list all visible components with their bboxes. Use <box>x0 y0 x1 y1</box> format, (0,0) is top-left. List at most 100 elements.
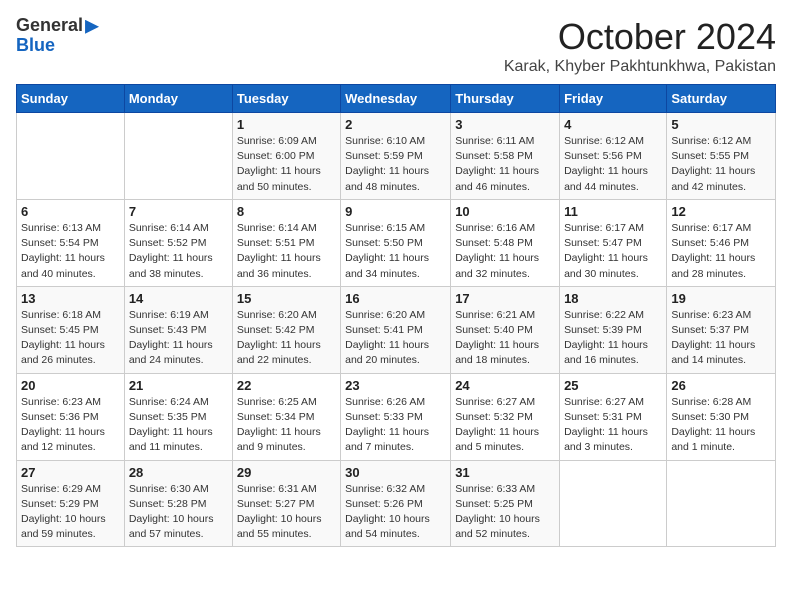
day-info: Sunrise: 6:19 AMSunset: 5:43 PMDaylight:… <box>129 308 228 369</box>
day-info: Sunrise: 6:27 AMSunset: 5:31 PMDaylight:… <box>564 395 662 456</box>
day-info: Sunrise: 6:23 AMSunset: 5:37 PMDaylight:… <box>671 308 771 369</box>
calendar-cell: 1 Sunrise: 6:09 AMSunset: 6:00 PMDaylight… <box>232 113 340 200</box>
weekday-header-wednesday: Wednesday <box>341 85 451 113</box>
calendar-cell: 22 Sunrise: 6:25 AMSunset: 5:34 PMDayligh… <box>232 373 340 460</box>
day-info: Sunrise: 6:28 AMSunset: 5:30 PMDaylight:… <box>671 395 771 456</box>
day-number: 21 <box>129 378 228 393</box>
day-info: Sunrise: 6:14 AMSunset: 5:51 PMDaylight:… <box>237 221 336 282</box>
day-info: Sunrise: 6:20 AMSunset: 5:41 PMDaylight:… <box>345 308 446 369</box>
day-info: Sunrise: 6:32 AMSunset: 5:26 PMDaylight:… <box>345 482 446 543</box>
calendar-cell: 23 Sunrise: 6:26 AMSunset: 5:33 PMDayligh… <box>341 373 451 460</box>
calendar-cell: 15Sunrise: 6:20 AMSunset: 5:42 PMDayligh… <box>232 286 340 373</box>
day-info: Sunrise: 6:12 AMSunset: 5:56 PMDaylight:… <box>564 134 662 195</box>
calendar-cell: 19 Sunrise: 6:23 AMSunset: 5:37 PMDayligh… <box>667 286 776 373</box>
day-number: 5 <box>671 117 771 132</box>
logo: General Blue <box>16 16 99 56</box>
day-info: Sunrise: 6:25 AMSunset: 5:34 PMDaylight:… <box>237 395 336 456</box>
day-number: 11 <box>564 204 662 219</box>
calendar-cell: 31 Sunrise: 6:33 AMSunset: 5:25 PMDayligh… <box>451 460 560 547</box>
day-info: Sunrise: 6:13 AMSunset: 5:54 PMDaylight:… <box>21 221 120 282</box>
calendar-cell: 6 Sunrise: 6:13 AMSunset: 5:54 PMDaylight… <box>17 199 125 286</box>
calendar-cell: 2 Sunrise: 6:10 AMSunset: 5:59 PMDaylight… <box>341 113 451 200</box>
day-number: 28 <box>129 465 228 480</box>
day-info: Sunrise: 6:16 AMSunset: 5:48 PMDaylight:… <box>455 221 555 282</box>
calendar-cell: 5Sunrise: 6:12 AMSunset: 5:55 PMDaylight… <box>667 113 776 200</box>
day-info: Sunrise: 6:22 AMSunset: 5:39 PMDaylight:… <box>564 308 662 369</box>
day-info: Sunrise: 6:26 AMSunset: 5:33 PMDaylight:… <box>345 395 446 456</box>
calendar-cell: 10 Sunrise: 6:16 AMSunset: 5:48 PMDayligh… <box>451 199 560 286</box>
day-number: 31 <box>455 465 555 480</box>
weekday-header-tuesday: Tuesday <box>232 85 340 113</box>
day-info: Sunrise: 6:09 AMSunset: 6:00 PMDaylight:… <box>237 134 336 195</box>
calendar-cell: 11 Sunrise: 6:17 AMSunset: 5:47 PMDayligh… <box>560 199 667 286</box>
logo-icon <box>85 20 99 34</box>
location: Karak, Khyber Pakhtunkhwa, Pakistan <box>504 58 776 76</box>
calendar-cell <box>667 460 776 547</box>
calendar-cell: 20 Sunrise: 6:23 AMSunset: 5:36 PMDayligh… <box>17 373 125 460</box>
day-number: 22 <box>237 378 336 393</box>
weekday-header-monday: Monday <box>124 85 232 113</box>
day-number: 1 <box>237 117 336 132</box>
weekday-header-thursday: Thursday <box>451 85 560 113</box>
calendar-cell: 4Sunrise: 6:12 AMSunset: 5:56 PMDaylight… <box>560 113 667 200</box>
day-number: 29 <box>237 465 336 480</box>
calendar-cell: 13 Sunrise: 6:18 AMSunset: 5:45 PMDayligh… <box>17 286 125 373</box>
day-info: Sunrise: 6:17 AMSunset: 5:46 PMDaylight:… <box>671 221 771 282</box>
calendar-cell: 25 Sunrise: 6:27 AMSunset: 5:31 PMDayligh… <box>560 373 667 460</box>
calendar-cell <box>124 113 232 200</box>
day-number: 19 <box>671 291 771 306</box>
logo-blue-text: Blue <box>16 35 55 55</box>
day-number: 26 <box>671 378 771 393</box>
calendar-cell: 24Sunrise: 6:27 AMSunset: 5:32 PMDayligh… <box>451 373 560 460</box>
day-number: 13 <box>21 291 120 306</box>
weekday-header-sunday: Sunday <box>17 85 125 113</box>
day-number: 6 <box>21 204 120 219</box>
day-number: 8 <box>237 204 336 219</box>
calendar-week-row: 20 Sunrise: 6:23 AMSunset: 5:36 PMDayligh… <box>17 373 776 460</box>
calendar-table: SundayMondayTuesdayWednesdayThursdayFrid… <box>16 84 776 547</box>
weekday-header-saturday: Saturday <box>667 85 776 113</box>
day-info: Sunrise: 6:10 AMSunset: 5:59 PMDaylight:… <box>345 134 446 195</box>
day-number: 2 <box>345 117 446 132</box>
day-number: 17 <box>455 291 555 306</box>
calendar-week-row: 1 Sunrise: 6:09 AMSunset: 6:00 PMDaylight… <box>17 113 776 200</box>
calendar-week-row: 13 Sunrise: 6:18 AMSunset: 5:45 PMDayligh… <box>17 286 776 373</box>
day-number: 27 <box>21 465 120 480</box>
calendar-cell <box>560 460 667 547</box>
day-number: 16 <box>345 291 446 306</box>
day-number: 25 <box>564 378 662 393</box>
calendar-cell: 9Sunrise: 6:15 AMSunset: 5:50 PMDaylight… <box>341 199 451 286</box>
calendar-cell: 30 Sunrise: 6:32 AMSunset: 5:26 PMDayligh… <box>341 460 451 547</box>
day-number: 30 <box>345 465 446 480</box>
day-info: Sunrise: 6:18 AMSunset: 5:45 PMDaylight:… <box>21 308 120 369</box>
calendar-week-row: 27Sunrise: 6:29 AMSunset: 5:29 PMDayligh… <box>17 460 776 547</box>
calendar-week-row: 6 Sunrise: 6:13 AMSunset: 5:54 PMDaylight… <box>17 199 776 286</box>
calendar-cell: 12 Sunrise: 6:17 AMSunset: 5:46 PMDayligh… <box>667 199 776 286</box>
day-info: Sunrise: 6:14 AMSunset: 5:52 PMDaylight:… <box>129 221 228 282</box>
calendar-cell: 26 Sunrise: 6:28 AMSunset: 5:30 PMDayligh… <box>667 373 776 460</box>
month-title: October 2024 <box>504 16 776 58</box>
day-number: 23 <box>345 378 446 393</box>
weekday-header-row: SundayMondayTuesdayWednesdayThursdayFrid… <box>17 85 776 113</box>
page-header: General Blue October 2024 Karak, Khyber … <box>16 16 776 76</box>
day-number: 10 <box>455 204 555 219</box>
day-number: 14 <box>129 291 228 306</box>
day-info: Sunrise: 6:31 AMSunset: 5:27 PMDaylight:… <box>237 482 336 543</box>
day-number: 15 <box>237 291 336 306</box>
day-info: Sunrise: 6:15 AMSunset: 5:50 PMDaylight:… <box>345 221 446 282</box>
calendar-cell: 18Sunrise: 6:22 AMSunset: 5:39 PMDayligh… <box>560 286 667 373</box>
day-number: 7 <box>129 204 228 219</box>
weekday-header-friday: Friday <box>560 85 667 113</box>
day-info: Sunrise: 6:24 AMSunset: 5:35 PMDaylight:… <box>129 395 228 456</box>
day-number: 12 <box>671 204 771 219</box>
day-info: Sunrise: 6:23 AMSunset: 5:36 PMDaylight:… <box>21 395 120 456</box>
calendar-cell: 27Sunrise: 6:29 AMSunset: 5:29 PMDayligh… <box>17 460 125 547</box>
day-info: Sunrise: 6:30 AMSunset: 5:28 PMDaylight:… <box>129 482 228 543</box>
calendar-cell: 21 Sunrise: 6:24 AMSunset: 5:35 PMDayligh… <box>124 373 232 460</box>
day-info: Sunrise: 6:33 AMSunset: 5:25 PMDaylight:… <box>455 482 555 543</box>
calendar-cell: 28 Sunrise: 6:30 AMSunset: 5:28 PMDayligh… <box>124 460 232 547</box>
day-number: 20 <box>21 378 120 393</box>
logo-general-text: General <box>16 15 83 35</box>
calendar-cell: 8 Sunrise: 6:14 AMSunset: 5:51 PMDaylight… <box>232 199 340 286</box>
day-info: Sunrise: 6:17 AMSunset: 5:47 PMDaylight:… <box>564 221 662 282</box>
